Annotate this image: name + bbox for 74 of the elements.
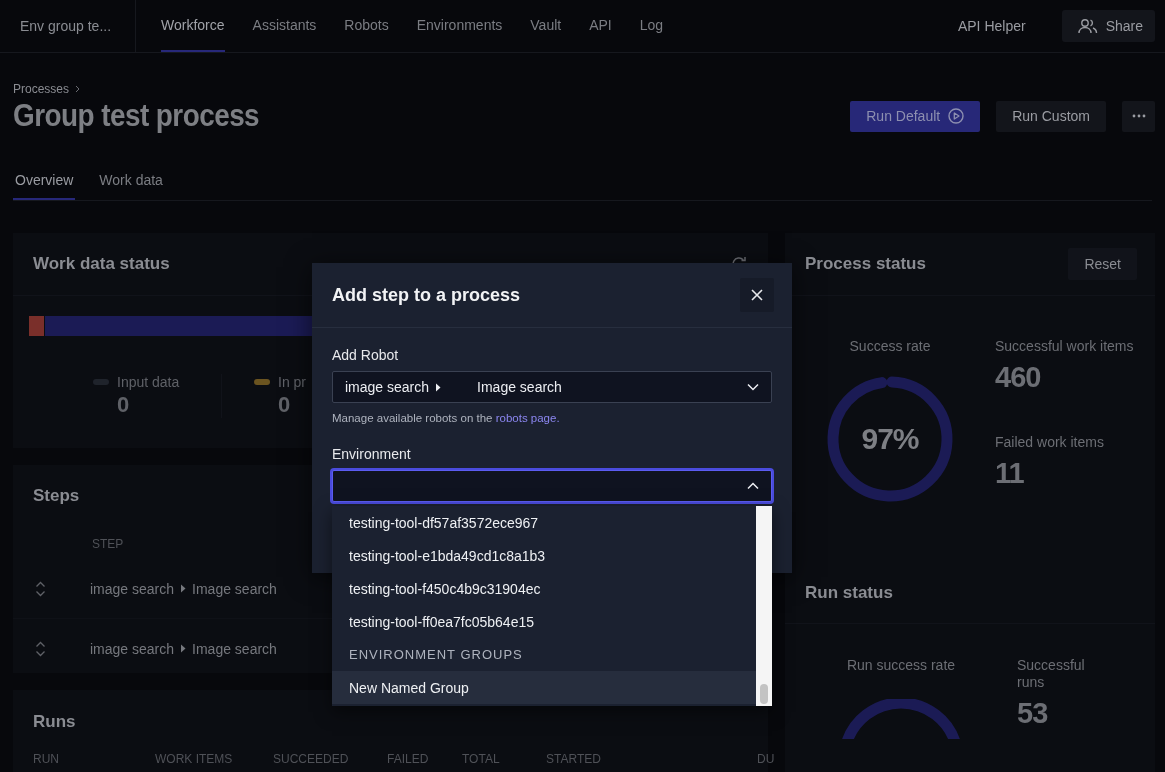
robots-page-link[interactable]: robots page. <box>495 412 560 424</box>
legend-label: In pr <box>278 374 306 390</box>
column-header: STEP <box>92 537 124 551</box>
field-label: Environment <box>332 446 412 462</box>
column-header: SUCCEEDED <box>273 752 350 766</box>
task-name: Image search <box>192 580 277 597</box>
close-button[interactable] <box>740 278 774 312</box>
workspace-name[interactable]: Env group te... <box>0 0 136 52</box>
column-header: RUN <box>33 752 60 766</box>
breadcrumb-link[interactable]: Processes <box>13 82 70 96</box>
run-custom-button[interactable]: Run Custom <box>996 100 1106 132</box>
stat-label: Successful runs <box>1017 657 1086 691</box>
api-helper-link[interactable]: API Helper <box>957 18 1026 34</box>
dropdown-option[interactable]: testing-tool-e1bda49cd1c8a1b3 <box>332 539 756 572</box>
run-default-button[interactable]: Run Default <box>850 100 981 132</box>
page-tab[interactable]: Overview <box>13 172 76 200</box>
field-label: Add Robot <box>332 347 400 363</box>
nav-tab[interactable]: Assistants <box>238 0 331 52</box>
card-title: Steps <box>33 486 80 506</box>
dropdown-option[interactable]: New Named Group <box>332 671 756 704</box>
chevron-up-icon <box>747 482 759 490</box>
chevron-down-icon <box>747 383 759 391</box>
page-tab[interactable]: Work data <box>97 172 165 200</box>
dialog-title: Add step to a process <box>332 284 521 306</box>
environment-select[interactable] <box>332 470 772 502</box>
stat-label: Successful work items <box>995 338 1135 355</box>
legend-value: 0 <box>117 392 131 418</box>
robot-name: image search <box>90 640 175 657</box>
nav-tab[interactable]: Vault <box>516 0 576 52</box>
close-icon <box>751 289 763 301</box>
nav-tab[interactable]: Environments <box>402 0 517 52</box>
reset-button[interactable]: Reset <box>1068 248 1137 280</box>
page-title: Group test process <box>13 98 261 134</box>
column-header: DU <box>757 752 776 766</box>
stat-value: 53 <box>1017 697 1049 730</box>
dropdown-option[interactable]: testing-tool-df57af3572ece967 <box>332 506 756 539</box>
column-header: STARTED <box>546 752 602 766</box>
rate-label: Success rate <box>849 338 931 354</box>
caret-icon <box>180 584 187 593</box>
stat-value: 11 <box>995 457 1025 490</box>
chevron-right-icon <box>75 85 81 93</box>
stat-label: Failed work items <box>995 434 1105 451</box>
more-icon <box>1131 114 1146 118</box>
card-title: Runs <box>33 712 76 731</box>
group-heading: ENVIRONMENT GROUPS <box>348 646 524 664</box>
rate-label: Run success rate <box>846 657 956 673</box>
dropdown-option[interactable]: testing-tool-f450c4b9c31904ec <box>332 572 756 605</box>
robot-name: image search <box>90 580 175 597</box>
column-header: TOTAL <box>462 752 501 766</box>
nav-tab[interactable]: Log <box>625 0 678 52</box>
stat-value: 460 <box>995 361 1042 394</box>
robot-select[interactable]: image search Image search <box>332 371 772 403</box>
card-title: Work data status <box>33 254 170 274</box>
scrollbar[interactable] <box>756 506 772 706</box>
caret-icon <box>435 382 442 392</box>
help-text: Manage available robots on the robots page. <box>332 412 561 424</box>
column-header: FAILED <box>387 752 430 766</box>
section-title: Run status <box>805 583 893 603</box>
column-header: WORK ITEMS <box>155 752 234 766</box>
drag-handle-icon[interactable] <box>35 580 46 597</box>
share-button[interactable]: Share <box>1061 10 1155 42</box>
people-icon <box>1077 18 1098 34</box>
nav-tab[interactable]: Workforce <box>161 0 225 52</box>
caret-icon <box>180 644 187 653</box>
rate-value: 97% <box>861 422 919 456</box>
nav-tab[interactable]: API <box>575 0 626 52</box>
task-name: Image search <box>192 640 277 657</box>
card-title: Process status <box>805 254 926 274</box>
drag-handle-icon[interactable] <box>35 640 46 657</box>
more-button[interactable] <box>1122 100 1155 132</box>
play-circle-icon <box>948 108 965 124</box>
dropdown-option[interactable]: testing-tool-ff0ea7fc05b64e15 <box>332 605 756 638</box>
nav-tab[interactable]: Robots <box>330 0 403 52</box>
legend-label: Input data <box>117 374 180 390</box>
